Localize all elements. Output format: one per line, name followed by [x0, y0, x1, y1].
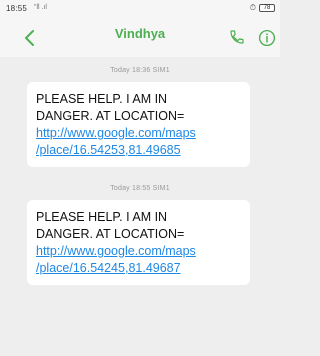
message-text-line: DANGER. AT LOCATION=	[36, 227, 185, 241]
phone-icon[interactable]	[229, 29, 245, 45]
status-bar: 18:55 "ll .ıl ⏱ 78	[0, 0, 280, 17]
conversation-header: Vindhya	[0, 17, 280, 57]
status-time: 18:55	[6, 4, 28, 13]
battery-icon: 78	[259, 4, 275, 12]
message-text-line: PLEASE HELP. I AM IN	[36, 210, 168, 224]
signal-icon: "ll .ıl	[34, 4, 47, 11]
message-timestamp: Today 18:36 SIM1	[110, 67, 170, 74]
message-text-line: PLEASE HELP. I AM IN	[36, 92, 168, 106]
message-timestamp: Today 18:55 SIM1	[110, 185, 170, 192]
alarm-icon: ⏱	[249, 3, 256, 12]
location-link[interactable]: /place/16.54253,81.49685	[36, 142, 241, 159]
message-text-line: DANGER. AT LOCATION=	[36, 109, 185, 123]
message-bubble[interactable]: PLEASE HELP. I AM IN DANGER. AT LOCATION…	[27, 82, 250, 167]
location-link[interactable]: http://www.google.com/maps	[36, 125, 241, 142]
info-icon[interactable]	[258, 29, 276, 47]
location-link[interactable]: /place/16.54245,81.49687	[36, 260, 241, 277]
message-bubble[interactable]: PLEASE HELP. I AM IN DANGER. AT LOCATION…	[27, 200, 250, 285]
location-link[interactable]: http://www.google.com/maps	[36, 243, 241, 260]
